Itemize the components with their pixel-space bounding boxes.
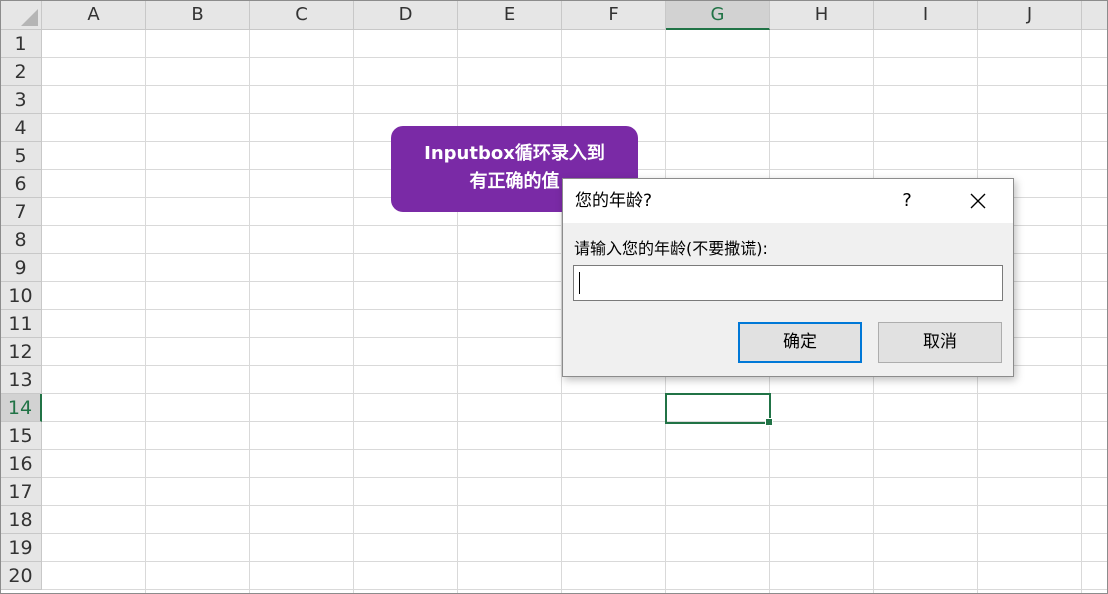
row-header-12[interactable]: 12	[0, 338, 42, 366]
row-header-14[interactable]: 14	[0, 394, 42, 422]
column-gridline	[145, 30, 146, 594]
help-button[interactable]: ?	[885, 185, 929, 217]
age-input[interactable]	[573, 265, 1003, 301]
column-gridline	[457, 30, 458, 594]
dialog-prompt-label: 请输入您的年龄(不要撒谎):	[574, 239, 768, 258]
row-header-15[interactable]: 15	[0, 422, 42, 450]
row-gridline	[42, 85, 1108, 86]
row-header-2[interactable]: 2	[0, 58, 42, 86]
row-header-5[interactable]: 5	[0, 142, 42, 170]
row-header-20[interactable]: 20	[0, 562, 42, 590]
row-header-16[interactable]: 16	[0, 450, 42, 478]
row-gridline	[42, 449, 1108, 450]
fill-handle[interactable]	[765, 418, 773, 426]
row-gridline	[42, 393, 1108, 394]
close-button[interactable]	[955, 185, 1001, 217]
row-gridline	[42, 533, 1108, 534]
row-gridline	[42, 505, 1108, 506]
column-header-partial[interactable]	[1082, 0, 1108, 30]
column-header-h[interactable]: H	[770, 0, 874, 30]
row-gridline	[42, 589, 1108, 590]
column-header-e[interactable]: E	[458, 0, 562, 30]
column-header-c[interactable]: C	[250, 0, 354, 30]
row-header-1[interactable]: 1	[0, 30, 42, 58]
row-header-17[interactable]: 17	[0, 478, 42, 506]
row-header-7[interactable]: 7	[0, 198, 42, 226]
row-gridline	[42, 477, 1108, 478]
dialog-title: 您的年龄?	[575, 191, 653, 211]
column-header-f[interactable]: F	[562, 0, 666, 30]
row-header-3[interactable]: 3	[0, 86, 42, 114]
column-header-d[interactable]: D	[354, 0, 458, 30]
column-gridline	[1081, 30, 1082, 594]
column-header-j[interactable]: J	[978, 0, 1082, 30]
close-icon	[970, 193, 986, 209]
cancel-button[interactable]: 取消	[878, 322, 1002, 363]
column-header-a[interactable]: A	[42, 0, 146, 30]
select-all-button[interactable]	[0, 0, 42, 30]
callout-line-1: Inputbox循环录入到	[424, 143, 605, 164]
row-header-13[interactable]: 13	[0, 366, 42, 394]
column-header-g[interactable]: G	[666, 0, 770, 30]
row-header-8[interactable]: 8	[0, 226, 42, 254]
dialog-titlebar[interactable]: 您的年龄? ?	[563, 179, 1013, 223]
row-header-19[interactable]: 19	[0, 534, 42, 562]
row-gridline	[42, 421, 1108, 422]
column-header-b[interactable]: B	[146, 0, 250, 30]
row-header-6[interactable]: 6	[0, 170, 42, 198]
ok-button[interactable]: 确定	[738, 322, 862, 363]
row-gridline	[42, 57, 1108, 58]
excel-window: ABCDEFGHIJ 1 2 3 4 5 6 7 8 9 10 11 12 13 14 15 16 17 18 19…	[0, 0, 1108, 594]
row-header-9[interactable]: 9	[0, 254, 42, 282]
row-header-10[interactable]: 10	[0, 282, 42, 310]
column-gridline	[353, 30, 354, 594]
text-caret	[579, 272, 580, 294]
column-header-i[interactable]: I	[874, 0, 978, 30]
column-gridline	[249, 30, 250, 594]
row-gridline	[42, 561, 1108, 562]
active-cell-g14[interactable]	[665, 393, 773, 426]
select-all-triangle-icon	[21, 9, 38, 26]
row-header-18[interactable]: 18	[0, 506, 42, 534]
row-header-11[interactable]: 11	[0, 310, 42, 338]
row-header-4[interactable]: 4	[0, 114, 42, 142]
row-gridline	[42, 113, 1108, 114]
inputbox-dialog: 您的年龄? ? 请输入您的年龄(不要撒谎): 确定 取消	[562, 178, 1014, 377]
